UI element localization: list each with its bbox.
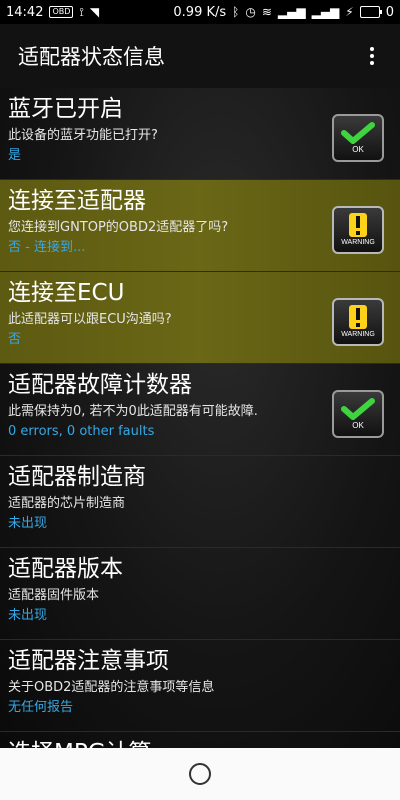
clock: 14:42 xyxy=(6,4,44,20)
cellular-icon: ▂▄▆ xyxy=(277,5,306,19)
signal-icon: ◥ xyxy=(89,5,100,19)
exclamation-icon xyxy=(347,212,369,237)
list-item[interactable]: 适配器故障计数器此需保持为0, 若不为0此适配器有可能故障. 0 errors, … xyxy=(0,364,400,456)
item-description: 此需保持为0, 若不为0此适配器有可能故障. xyxy=(8,404,258,419)
navigation-bar xyxy=(0,748,400,800)
overflow-menu-icon[interactable] xyxy=(358,42,386,70)
item-title: 连接至ECU xyxy=(8,280,125,306)
item-title: 适配器注意事项 xyxy=(8,648,169,674)
net-speed: 0.99 K/s xyxy=(173,4,227,20)
list-item[interactable]: 适配器版本适配器固件版本 未出现 xyxy=(0,548,400,640)
item-title: 选择MPG计算 xyxy=(8,738,320,748)
badge-label: WARNING xyxy=(341,330,375,338)
cellular-icon-2: ▂▄▆ xyxy=(311,5,340,19)
charging-icon: ⚡ xyxy=(345,5,354,19)
badge-label: WARNING xyxy=(341,238,375,246)
status-list[interactable]: 蓝牙已开启此设备的蓝牙功能已打开? 是 OK 连接至适配器您连接到GNTOP的OBD2… xyxy=(0,88,400,748)
app-bar: 适配器状态信息 xyxy=(0,24,400,88)
exclamation-icon xyxy=(347,304,369,329)
checkmark-icon xyxy=(340,397,376,420)
list-item[interactable]: 适配器注意事项关于OBD2适配器的注意事项等信息 无任何报告 xyxy=(0,640,400,732)
obd-icon: OBD xyxy=(49,6,74,18)
item-title: 适配器故障计数器 xyxy=(8,372,192,398)
list-item[interactable]: 适配器制造商适配器的芯片制造商 未出现 xyxy=(0,456,400,548)
badge-label: OK xyxy=(352,420,364,430)
item-title: 适配器版本 xyxy=(8,556,123,582)
alarm-icon: ◷ xyxy=(245,5,256,19)
list-item[interactable]: 连接至适配器您连接到GNTOP的OBD2适配器了吗? 否 - 连接到... WARN… xyxy=(0,180,400,272)
item-status: 否 xyxy=(8,332,22,347)
status-bar: 14:42 OBD ⟟ ◥ 0.99 K/s ᛒ ◷ ≋ ▂▄▆ ▂▄▆ ⚡ 0 xyxy=(0,0,400,24)
usb-icon: ⟟ xyxy=(79,5,84,19)
item-description: 此适配器可以跟ECU沟通吗? xyxy=(8,312,172,327)
warning-status-icon: WARNING xyxy=(332,206,384,254)
item-description: 您连接到GNTOP的OBD2适配器了吗? xyxy=(8,220,229,235)
list-item[interactable]: 连接至ECU 此适配器可以跟ECU沟通吗? 否 WARNING xyxy=(0,272,400,364)
item-status: 未出现 xyxy=(8,608,48,623)
item-status: 否 - 连接到... xyxy=(8,240,86,255)
item-description: 此设备的蓝牙功能已打开? xyxy=(8,128,158,143)
ok-status-icon: OK xyxy=(332,390,384,438)
item-description: 适配器的芯片制造商 xyxy=(8,496,126,511)
item-status: 未出现 xyxy=(8,516,48,531)
item-title: 适配器制造商 xyxy=(8,464,146,490)
battery-icon xyxy=(359,6,382,18)
item-status: 是 xyxy=(8,148,22,163)
list-item[interactable]: 选择MPG计算 xyxy=(0,732,400,748)
list-item[interactable]: 蓝牙已开启此设备的蓝牙功能已打开? 是 OK xyxy=(0,88,400,180)
item-description: 关于OBD2适配器的注意事项等信息 xyxy=(8,680,215,695)
warning-status-icon: WARNING xyxy=(332,298,384,346)
battery-level: 0 xyxy=(385,4,394,20)
bluetooth-icon: ᛒ xyxy=(232,5,240,19)
item-description: 适配器固件版本 xyxy=(8,588,100,603)
item-status: 0 errors, 0 other faults xyxy=(8,424,155,439)
item-title: 蓝牙已开启 xyxy=(8,96,123,122)
wifi-icon: ≋ xyxy=(261,5,272,19)
badge-label: OK xyxy=(352,144,364,154)
page-title: 适配器状态信息 xyxy=(18,45,165,69)
ok-status-icon: OK xyxy=(332,114,384,162)
checkmark-icon xyxy=(340,121,376,144)
item-title: 连接至适配器 xyxy=(8,188,146,214)
home-button[interactable] xyxy=(189,763,211,785)
item-status: 无任何报告 xyxy=(8,700,74,715)
